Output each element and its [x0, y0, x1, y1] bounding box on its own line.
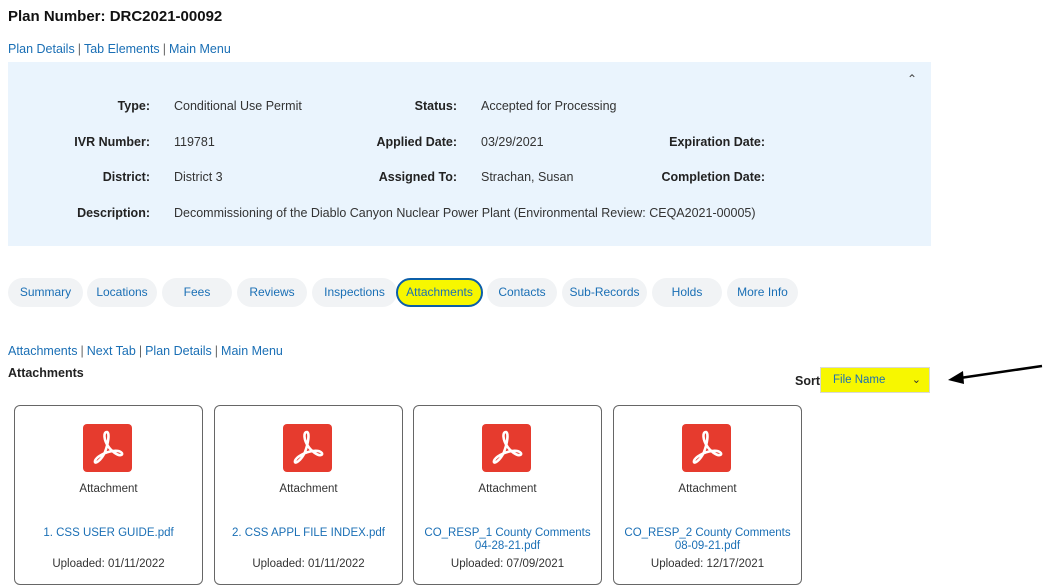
attachment-file-link[interactable]: CO_RESP_1 County Comments 04-28-21.pdf	[420, 527, 595, 553]
attachment-type: Attachment	[79, 483, 138, 495]
separator: |	[77, 42, 81, 56]
link-next-tab[interactable]: Next Tab	[87, 344, 136, 358]
attachment-file-link[interactable]: CO_RESP_2 County Comments 08-09-21.pdf	[620, 527, 795, 553]
description-value: Decommissioning of the Diablo Canyon Nuc…	[174, 206, 756, 220]
attachment-upload-date: Uploaded: 07/09/2021	[450, 558, 565, 570]
district-label: District:	[102, 170, 150, 184]
sort-select-value: File Name	[833, 374, 886, 386]
arrow-annotation-icon	[948, 364, 1043, 384]
link-tab-elements[interactable]: Tab Elements	[84, 42, 160, 56]
tab-summary[interactable]: Summary	[8, 278, 83, 307]
chevron-down-icon: ⌄	[911, 374, 921, 386]
plan-details-panel: ⌃ Type: Conditional Use Permit Status: A…	[8, 62, 931, 246]
tab-reviews[interactable]: Reviews	[237, 278, 307, 307]
attachment-card[interactable]: Attachment CO_RESP_2 County Comments 08-…	[613, 405, 802, 585]
link-attachments[interactable]: Attachments	[8, 344, 77, 358]
attachment-card[interactable]: Attachment 1. CSS USER GUIDE.pdf Uploade…	[14, 405, 203, 585]
district-value: District 3	[174, 170, 223, 184]
tab-attachments[interactable]: Attachments	[396, 278, 483, 307]
attachment-card[interactable]: Attachment 2. CSS APPL FILE INDEX.pdf Up…	[214, 405, 403, 585]
ivr-number-value: 119781	[174, 135, 215, 149]
pdf-icon	[482, 424, 531, 472]
attachment-upload-date: Uploaded: 01/11/2022	[252, 558, 365, 570]
plan-number-value: DRC2021-00092	[109, 8, 223, 25]
attachment-type: Attachment	[279, 483, 338, 495]
attachment-card[interactable]: Attachment CO_RESP_1 County Comments 04-…	[413, 405, 602, 585]
assigned-to-label: Assigned To:	[378, 170, 457, 184]
attachments-heading: Attachments	[8, 366, 84, 380]
attachment-file-link[interactable]: 2. CSS APPL FILE INDEX.pdf	[221, 527, 396, 540]
link-main-menu-bottom[interactable]: Main Menu	[221, 344, 283, 358]
description-label: Description:	[77, 206, 150, 220]
plan-number-label: Plan Number:	[8, 8, 106, 25]
chevron-up-icon[interactable]: ⌃	[907, 72, 917, 86]
pdf-icon	[682, 424, 731, 472]
tab-more-info[interactable]: More Info	[727, 278, 798, 307]
tab-sub-records[interactable]: Sub-Records	[562, 278, 647, 307]
attachment-upload-date: Uploaded: 12/17/2021	[650, 558, 765, 570]
attachment-file-link[interactable]: 1. CSS USER GUIDE.pdf	[21, 527, 196, 540]
tab-contacts[interactable]: Contacts	[487, 278, 557, 307]
tab-holds[interactable]: Holds	[652, 278, 722, 307]
attachments-breadcrumb: Attachments | Next Tab | Plan Details | Main M…	[8, 344, 283, 358]
attachment-type: Attachment	[478, 483, 537, 495]
pdf-icon	[283, 424, 332, 472]
sort-label: Sort	[795, 374, 820, 388]
separator: |	[162, 42, 166, 56]
separator: |	[138, 344, 143, 358]
tab-inspections[interactable]: Inspections	[312, 278, 397, 307]
attachment-upload-date: Uploaded: 01/11/2022	[52, 558, 165, 570]
expiration-date-label: Expiration Date:	[669, 135, 765, 149]
tab-fees[interactable]: Fees	[162, 278, 232, 307]
link-plan-details[interactable]: Plan Details	[8, 42, 75, 56]
attachment-type: Attachment	[678, 483, 737, 495]
type-label: Type:	[117, 99, 150, 113]
applied-date-label: Applied Date:	[376, 135, 457, 149]
link-plan-details-bottom[interactable]: Plan Details	[145, 344, 212, 358]
link-main-menu[interactable]: Main Menu	[169, 42, 231, 56]
separator: |	[214, 344, 219, 358]
ivr-number-label: IVR Number:	[74, 135, 150, 149]
top-breadcrumb: Plan Details | Tab Elements | Main Menu	[8, 42, 231, 56]
page-title: Plan Number: DRC2021-00092	[8, 8, 222, 25]
completion-date-label: Completion Date:	[661, 170, 765, 184]
tab-locations[interactable]: Locations	[87, 278, 157, 307]
status-label: Status:	[414, 99, 457, 113]
pdf-icon	[83, 424, 132, 472]
status-value: Accepted for Processing	[481, 99, 617, 113]
applied-date-value: 03/29/2021	[481, 135, 544, 149]
sort-select[interactable]: File Name ⌄	[820, 367, 930, 393]
type-value: Conditional Use Permit	[174, 99, 302, 113]
separator: |	[80, 344, 84, 358]
assigned-to-value: Strachan, Susan	[481, 170, 574, 184]
